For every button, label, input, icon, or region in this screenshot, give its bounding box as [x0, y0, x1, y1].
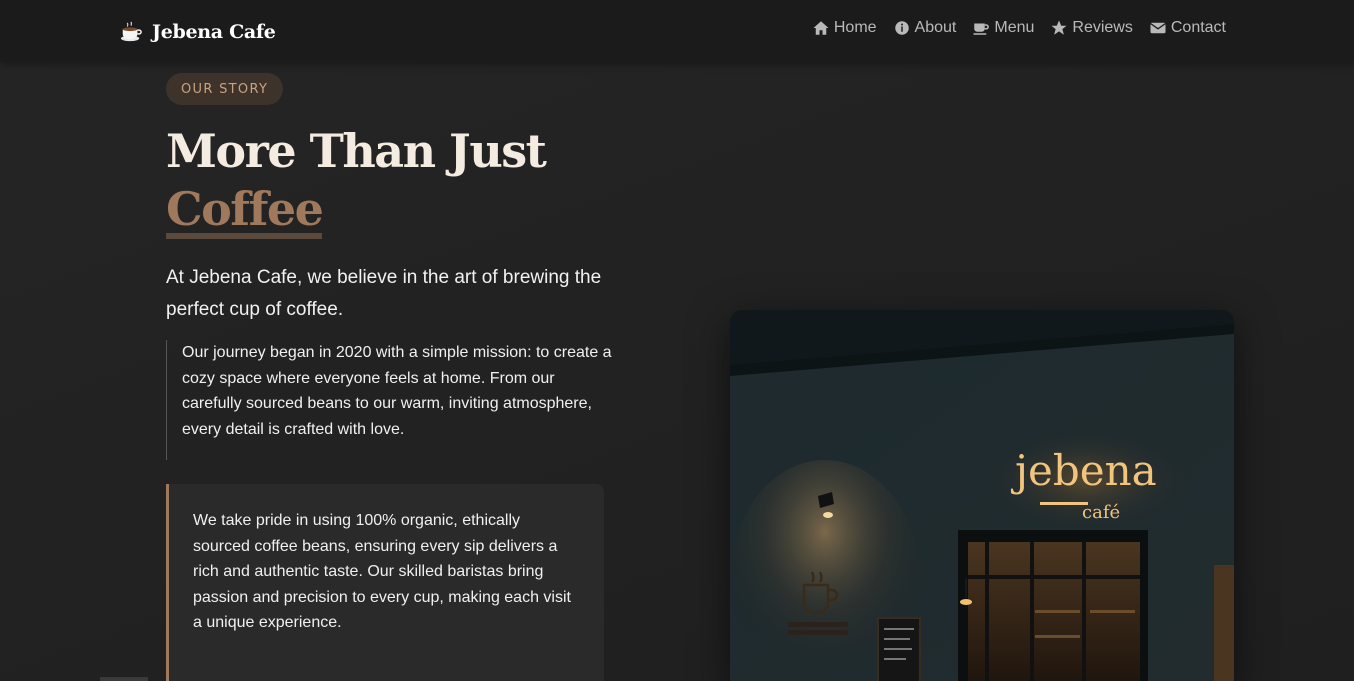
envelope-icon — [1149, 22, 1166, 34]
star-icon — [1051, 20, 1067, 35]
home-icon — [813, 21, 829, 35]
scroll-indicator — [100, 677, 148, 681]
storefront-illustration: jebena café — [730, 310, 1234, 681]
hero-lead: At Jebena Cafe, we believe in the art of… — [166, 267, 602, 320]
nav-contact-label: Contact — [1170, 19, 1226, 36]
nav-menu-item[interactable]: Menu — [972, 19, 1034, 37]
storefront-sign-main: jebena — [1010, 446, 1157, 495]
coffee-cup-icon — [120, 21, 142, 42]
coffee-icon — [973, 23, 990, 35]
nav-reviews-label: Reviews — [1072, 19, 1133, 36]
hero-title: More Than Just Coffee — [166, 122, 646, 239]
nav-reviews[interactable]: Reviews — [1050, 19, 1133, 37]
storefront-sign-sub: café — [1082, 502, 1120, 523]
info-icon — [894, 21, 909, 35]
navbar: Jebena Cafe Home About Menu Reviews Cont… — [0, 0, 1354, 62]
story-paragraph: Our journey began in 2020 with a simple … — [166, 340, 616, 460]
nav-menu: Home About Menu Reviews Contact — [812, 19, 1226, 37]
nav-home-label: Home — [833, 19, 877, 36]
pride-card: We take pride in using 100% organic, eth… — [166, 484, 604, 681]
cafe-storefront-photo: jebena café — [730, 310, 1234, 681]
nav-home[interactable]: Home — [812, 19, 877, 37]
nav-about[interactable]: About — [893, 19, 957, 37]
nav-about-label: About — [914, 19, 957, 36]
hero-title-accent: Coffee — [166, 185, 324, 239]
section-badge: OUR STORY — [166, 73, 284, 105]
hero-title-line1: More Than Just — [166, 124, 547, 178]
brand-name: Jebena Cafe — [152, 21, 276, 43]
nav-menu-label: Menu — [994, 19, 1035, 36]
brand-logo[interactable]: Jebena Cafe — [120, 18, 276, 46]
nav-contact[interactable]: Contact — [1149, 19, 1226, 37]
